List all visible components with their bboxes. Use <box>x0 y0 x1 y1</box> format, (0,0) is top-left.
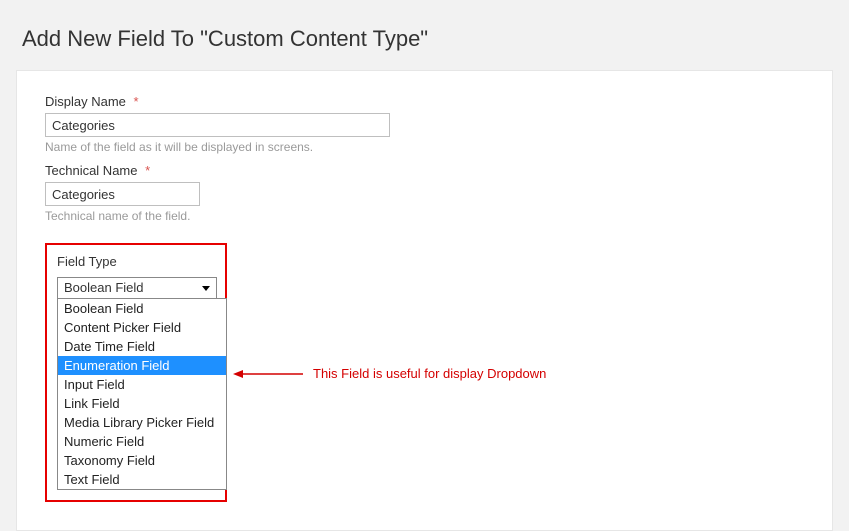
field-type-option[interactable]: Date Time Field <box>58 337 226 356</box>
arrow-icon <box>233 368 303 380</box>
display-name-help: Name of the field as it will be displaye… <box>45 140 804 154</box>
annotation: This Field is useful for display Dropdow… <box>233 366 546 381</box>
field-type-option[interactable]: Boolean Field <box>58 299 226 318</box>
display-name-input[interactable] <box>45 113 390 137</box>
technical-name-label: Technical Name * <box>45 163 150 178</box>
field-type-option[interactable]: Media Library Picker Field <box>58 413 226 432</box>
field-type-option[interactable]: Input Field <box>58 375 226 394</box>
field-type-label: Field Type <box>57 254 117 269</box>
field-type-selected-value[interactable]: Boolean Field <box>57 277 217 299</box>
field-type-option[interactable]: Enumeration Field <box>58 356 226 375</box>
field-type-select[interactable]: Boolean Field Boolean FieldContent Picke… <box>57 277 217 490</box>
form-card: Display Name * Name of the field as it w… <box>16 70 833 531</box>
field-type-option[interactable]: Link Field <box>58 394 226 413</box>
field-type-option[interactable]: Taxonomy Field <box>58 451 226 470</box>
technical-name-group: Technical Name * Technical name of the f… <box>45 162 804 223</box>
display-name-group: Display Name * Name of the field as it w… <box>45 93 804 154</box>
display-name-label-text: Display Name <box>45 94 126 109</box>
required-marker: * <box>145 163 150 178</box>
technical-name-help: Technical name of the field. <box>45 209 804 223</box>
field-type-option[interactable]: Content Picker Field <box>58 318 226 337</box>
technical-name-label-text: Technical Name <box>45 163 138 178</box>
field-type-dropdown[interactable]: Boolean FieldContent Picker FieldDate Ti… <box>57 298 227 490</box>
technical-name-input[interactable] <box>45 182 200 206</box>
field-type-highlight-box: Field Type Boolean Field Boolean FieldCo… <box>45 243 227 502</box>
field-type-option[interactable]: Text Field <box>58 470 226 489</box>
display-name-label: Display Name * <box>45 94 139 109</box>
required-marker: * <box>134 94 139 109</box>
field-type-option[interactable]: Numeric Field <box>58 432 226 451</box>
page-title: Add New Field To "Custom Content Type" <box>0 0 849 70</box>
annotation-text: This Field is useful for display Dropdow… <box>313 366 546 381</box>
